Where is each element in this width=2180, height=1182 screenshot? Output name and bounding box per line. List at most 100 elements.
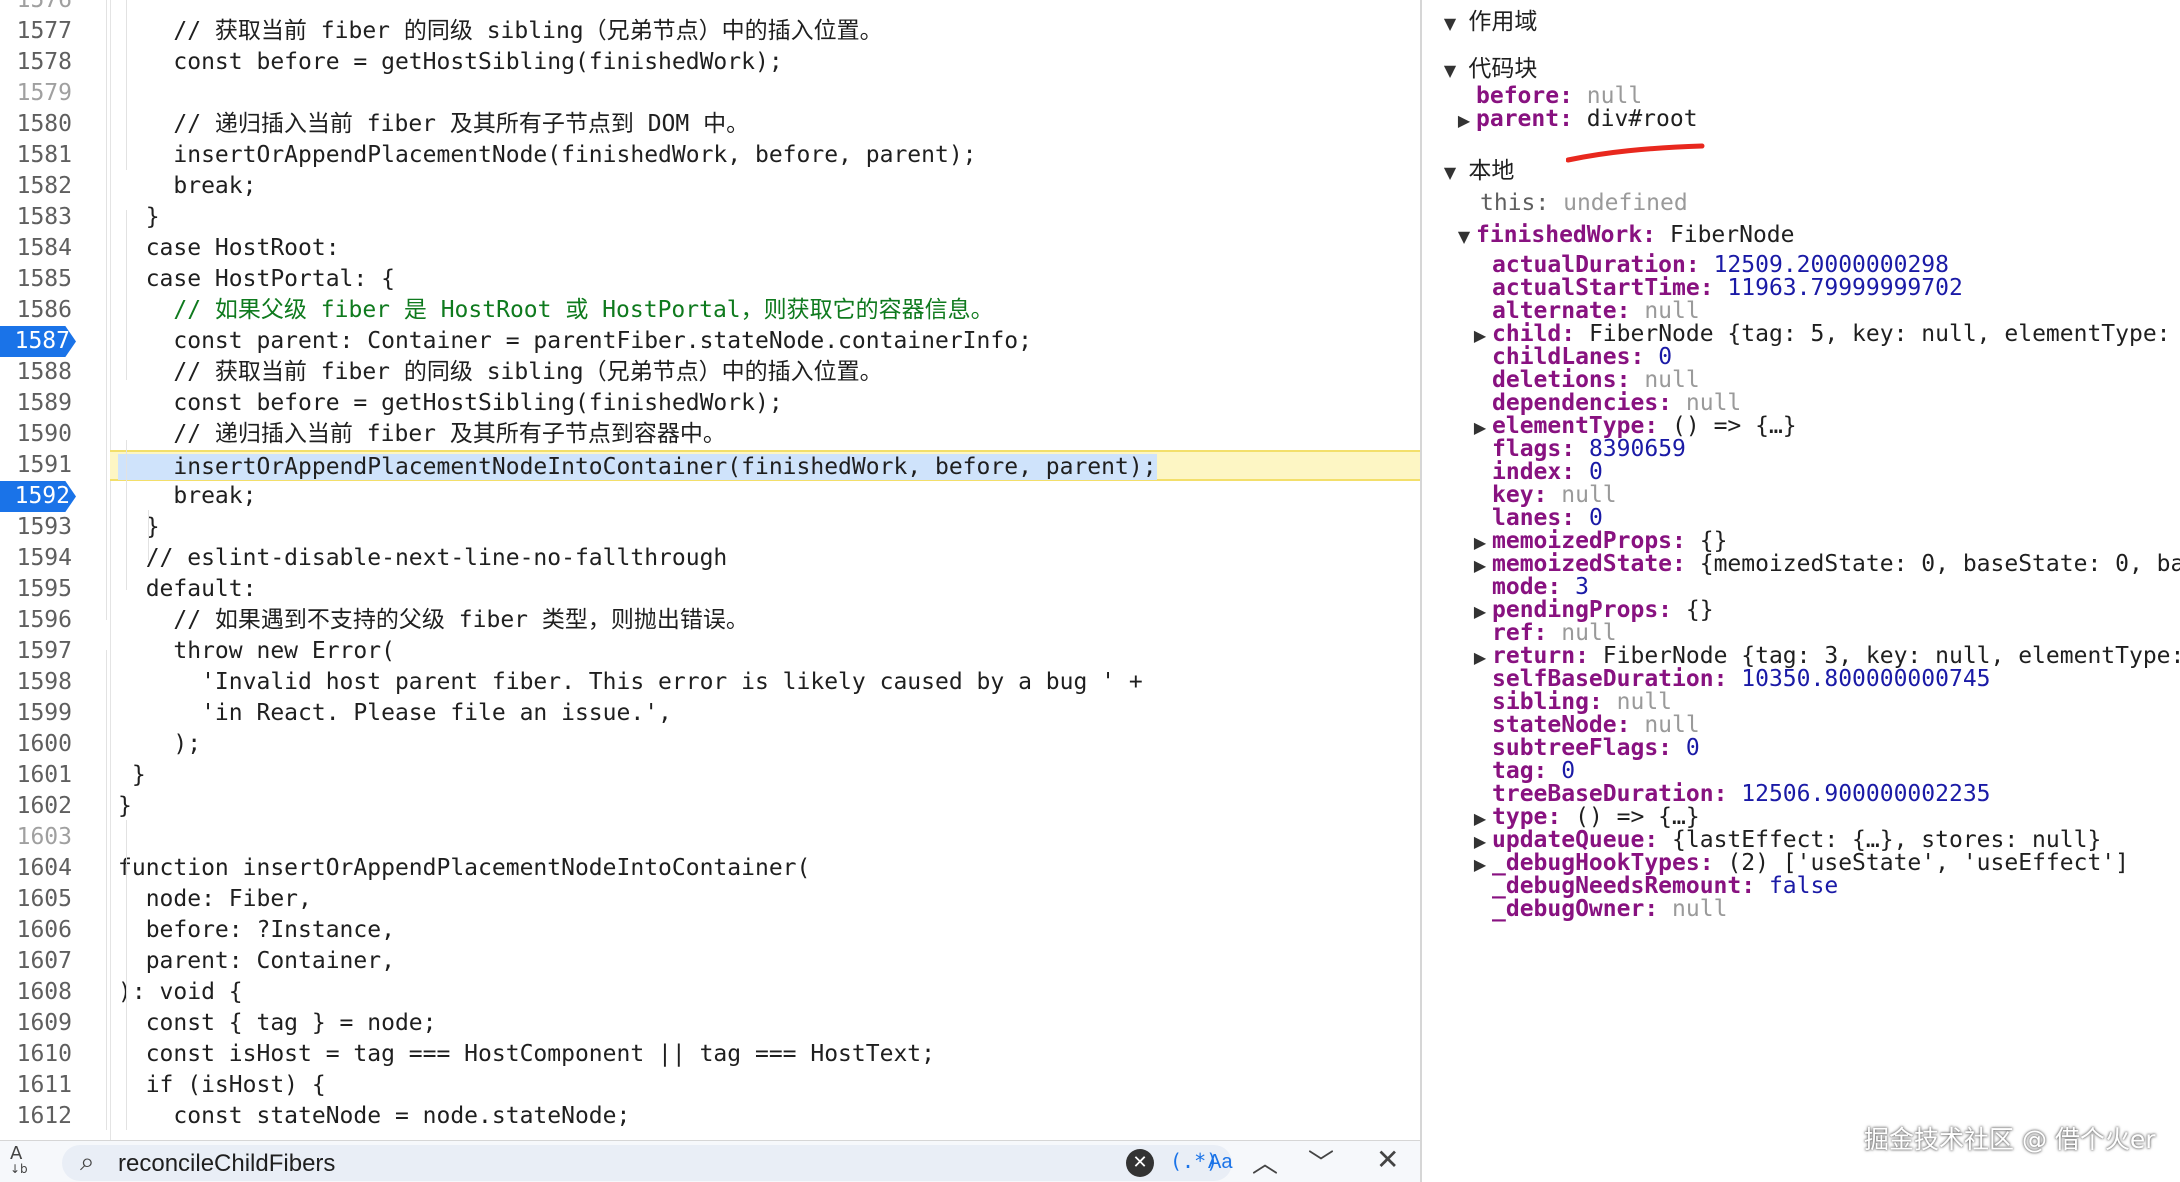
code-line[interactable]: // eslint-disable-next-line-no-fallthrou… <box>118 543 1420 574</box>
code-text: // 如果父级 fiber 是 HostRoot 或 HostPortal，则获… <box>118 297 994 323</box>
code-line[interactable]: default: <box>118 574 1420 605</box>
block-scope-header[interactable]: ▼ 代码块 <box>1438 53 1538 84</box>
line-number[interactable]: 1591 <box>0 450 72 481</box>
scope-var-debugowner[interactable]: _debugOwner: null <box>1468 894 1727 925</box>
line-number[interactable]: 1584 <box>0 233 72 264</box>
code-line[interactable]: case HostPortal: { <box>118 264 1420 295</box>
line-number[interactable]: 1609 <box>0 1008 72 1039</box>
code-text: // eslint-disable-next-line-no-fallthrou… <box>118 545 728 571</box>
code-text: case HostPortal: { <box>118 266 395 292</box>
line-number[interactable]: 1604 <box>0 853 72 884</box>
code-line[interactable] <box>118 78 1420 109</box>
line-number[interactable]: 1594 <box>0 543 72 574</box>
line-number[interactable]: 1589 <box>0 388 72 419</box>
line-number[interactable]: 1605 <box>0 884 72 915</box>
line-number[interactable]: 1580 <box>0 109 72 140</box>
line-number[interactable]: 1597 <box>0 636 72 667</box>
code-line[interactable]: case HostRoot: <box>118 233 1420 264</box>
code-line[interactable]: } <box>118 202 1420 233</box>
line-number[interactable]: 1586 <box>0 295 72 326</box>
code-line[interactable]: 'in React. Please file an issue.', <box>118 698 1420 729</box>
code-line[interactable]: parent: Container, <box>118 946 1420 977</box>
line-number[interactable]: 1582 <box>0 171 72 202</box>
var-value: () => {…} <box>1672 413 1797 439</box>
breakpoint-marker[interactable]: 1592 <box>0 481 76 512</box>
line-number[interactable]: 1578 <box>0 47 72 78</box>
line-number[interactable]: 1599 <box>0 698 72 729</box>
code-line[interactable]: // 递归插入当前 fiber 及其所有子节点到容器中。 <box>118 419 1420 450</box>
code-line[interactable]: // 获取当前 fiber 的同级 sibling（兄弟节点）中的插入位置。 <box>118 16 1420 47</box>
line-gutter[interactable]: 1576 1577 1578 1579 1580 1581 1582 1583 1584 1585… <box>0 0 111 1140</box>
scope-section-header[interactable]: ▼ 作用域 <box>1438 6 1538 37</box>
scope-var-finishedwork[interactable]: ▼ finishedWork: FiberNode <box>1452 220 1795 251</box>
code-editor[interactable]: 1576 1577 1578 1579 1580 1581 1582 1583 1584 1585… <box>0 0 1422 1182</box>
search-input[interactable] <box>116 1147 1120 1181</box>
line-number[interactable]: 1576 <box>0 0 72 16</box>
local-scope-header[interactable]: ▼ 本地 <box>1438 155 1515 186</box>
clear-icon[interactable]: ✕ <box>1126 1149 1154 1177</box>
code-text: const parent: Container = parentFiber.st… <box>118 328 1032 354</box>
code-text: const before = getHostSibling(finishedWo… <box>118 390 783 416</box>
line-number[interactable]: 1601 <box>0 760 72 791</box>
chevron-up-icon[interactable]: ︿ <box>1252 1143 1278 1180</box>
code-line[interactable]: throw new Error( <box>118 636 1420 667</box>
line-number[interactable]: 1579 <box>0 78 72 109</box>
line-number[interactable]: 1606 <box>0 915 72 946</box>
code-line[interactable]: function insertOrAppendPlacementNodeInto… <box>118 853 1420 884</box>
line-number[interactable]: 1608 <box>0 977 72 1008</box>
code-line[interactable]: const before = getHostSibling(finishedWo… <box>118 388 1420 419</box>
line-number[interactable]: 1600 <box>0 729 72 760</box>
code-line[interactable]: ); <box>118 729 1420 760</box>
code-line[interactable]: node: Fiber, <box>118 884 1420 915</box>
close-icon[interactable]: ✕ <box>1376 1143 1399 1176</box>
line-number[interactable]: 1588 <box>0 357 72 388</box>
scope-var-this[interactable]: this: undefined <box>1480 188 1688 219</box>
code-line[interactable]: break; <box>118 481 1420 512</box>
indent-guide <box>106 0 107 620</box>
code-line[interactable]: const stateNode = node.stateNode; <box>118 1101 1420 1132</box>
code-line[interactable]: // 如果遇到不支持的父级 fiber 类型，则抛出错误。 <box>118 605 1420 636</box>
code-line[interactable] <box>118 822 1420 853</box>
code-line[interactable]: ): void { <box>118 977 1420 1008</box>
paused-code-line[interactable]: insertOrAppendPlacementNodeIntoContainer… <box>110 450 1420 481</box>
code-text: function insertOrAppendPlacementNodeInto… <box>118 855 811 881</box>
code-line[interactable]: 'Invalid host parent fiber. This error i… <box>118 667 1420 698</box>
code-line[interactable]: // 递归插入当前 fiber 及其所有子节点到 DOM 中。 <box>118 109 1420 140</box>
code-line[interactable]: insertOrAppendPlacementNode(finishedWork… <box>118 140 1420 171</box>
line-number[interactable]: 1581 <box>0 140 72 171</box>
code-line[interactable]: const before = getHostSibling(finishedWo… <box>118 47 1420 78</box>
code-line[interactable]: // 如果父级 fiber 是 HostRoot 或 HostPortal，则获… <box>118 295 1420 326</box>
scope-var-parent[interactable]: ▶ parent: div#root <box>1452 104 1698 135</box>
text-cursor-icon[interactable]: A ↓b <box>10 1145 28 1177</box>
line-number[interactable]: 1607 <box>0 946 72 977</box>
chevron-down-icon[interactable]: ﹀ <box>1308 1143 1334 1180</box>
code-line[interactable]: before: ?Instance, <box>118 915 1420 946</box>
red-underline-annotation <box>1566 143 1705 163</box>
code-line[interactable]: // 获取当前 fiber 的同级 sibling（兄弟节点）中的插入位置。 <box>118 357 1420 388</box>
code-line[interactable]: const { tag } = node; <box>118 1008 1420 1039</box>
case-toggle[interactable]: Aa <box>1208 1151 1232 1174</box>
line-number[interactable]: 1611 <box>0 1070 72 1101</box>
line-number[interactable]: 1602 <box>0 791 72 822</box>
line-number[interactable]: 1577 <box>0 16 72 47</box>
line-number[interactable]: 1595 <box>0 574 72 605</box>
line-number[interactable]: 1612 <box>0 1101 72 1132</box>
code-line[interactable]: const isHost = tag === HostComponent || … <box>118 1039 1420 1070</box>
line-number[interactable]: 1596 <box>0 605 72 636</box>
code-line[interactable]: if (isHost) { <box>118 1070 1420 1101</box>
code-line[interactable]: } <box>118 791 1420 822</box>
line-number[interactable]: 1585 <box>0 264 72 295</box>
line-number[interactable]: 1583 <box>0 202 72 233</box>
code-line[interactable]: } <box>118 760 1420 791</box>
code-text: if (isHost) { <box>118 1072 326 1098</box>
code-line[interactable]: break; <box>118 171 1420 202</box>
code-line[interactable]: const parent: Container = parentFiber.st… <box>118 326 1420 357</box>
breakpoint-marker[interactable]: 1587 <box>0 326 76 357</box>
line-number[interactable]: 1603 <box>0 822 72 853</box>
var-value: 12506.900000002235 <box>1741 781 1991 807</box>
code-line[interactable]: } <box>118 512 1420 543</box>
line-number[interactable]: 1598 <box>0 667 72 698</box>
line-number[interactable]: 1590 <box>0 419 72 450</box>
line-number[interactable]: 1610 <box>0 1039 72 1070</box>
line-number[interactable]: 1593 <box>0 512 72 543</box>
